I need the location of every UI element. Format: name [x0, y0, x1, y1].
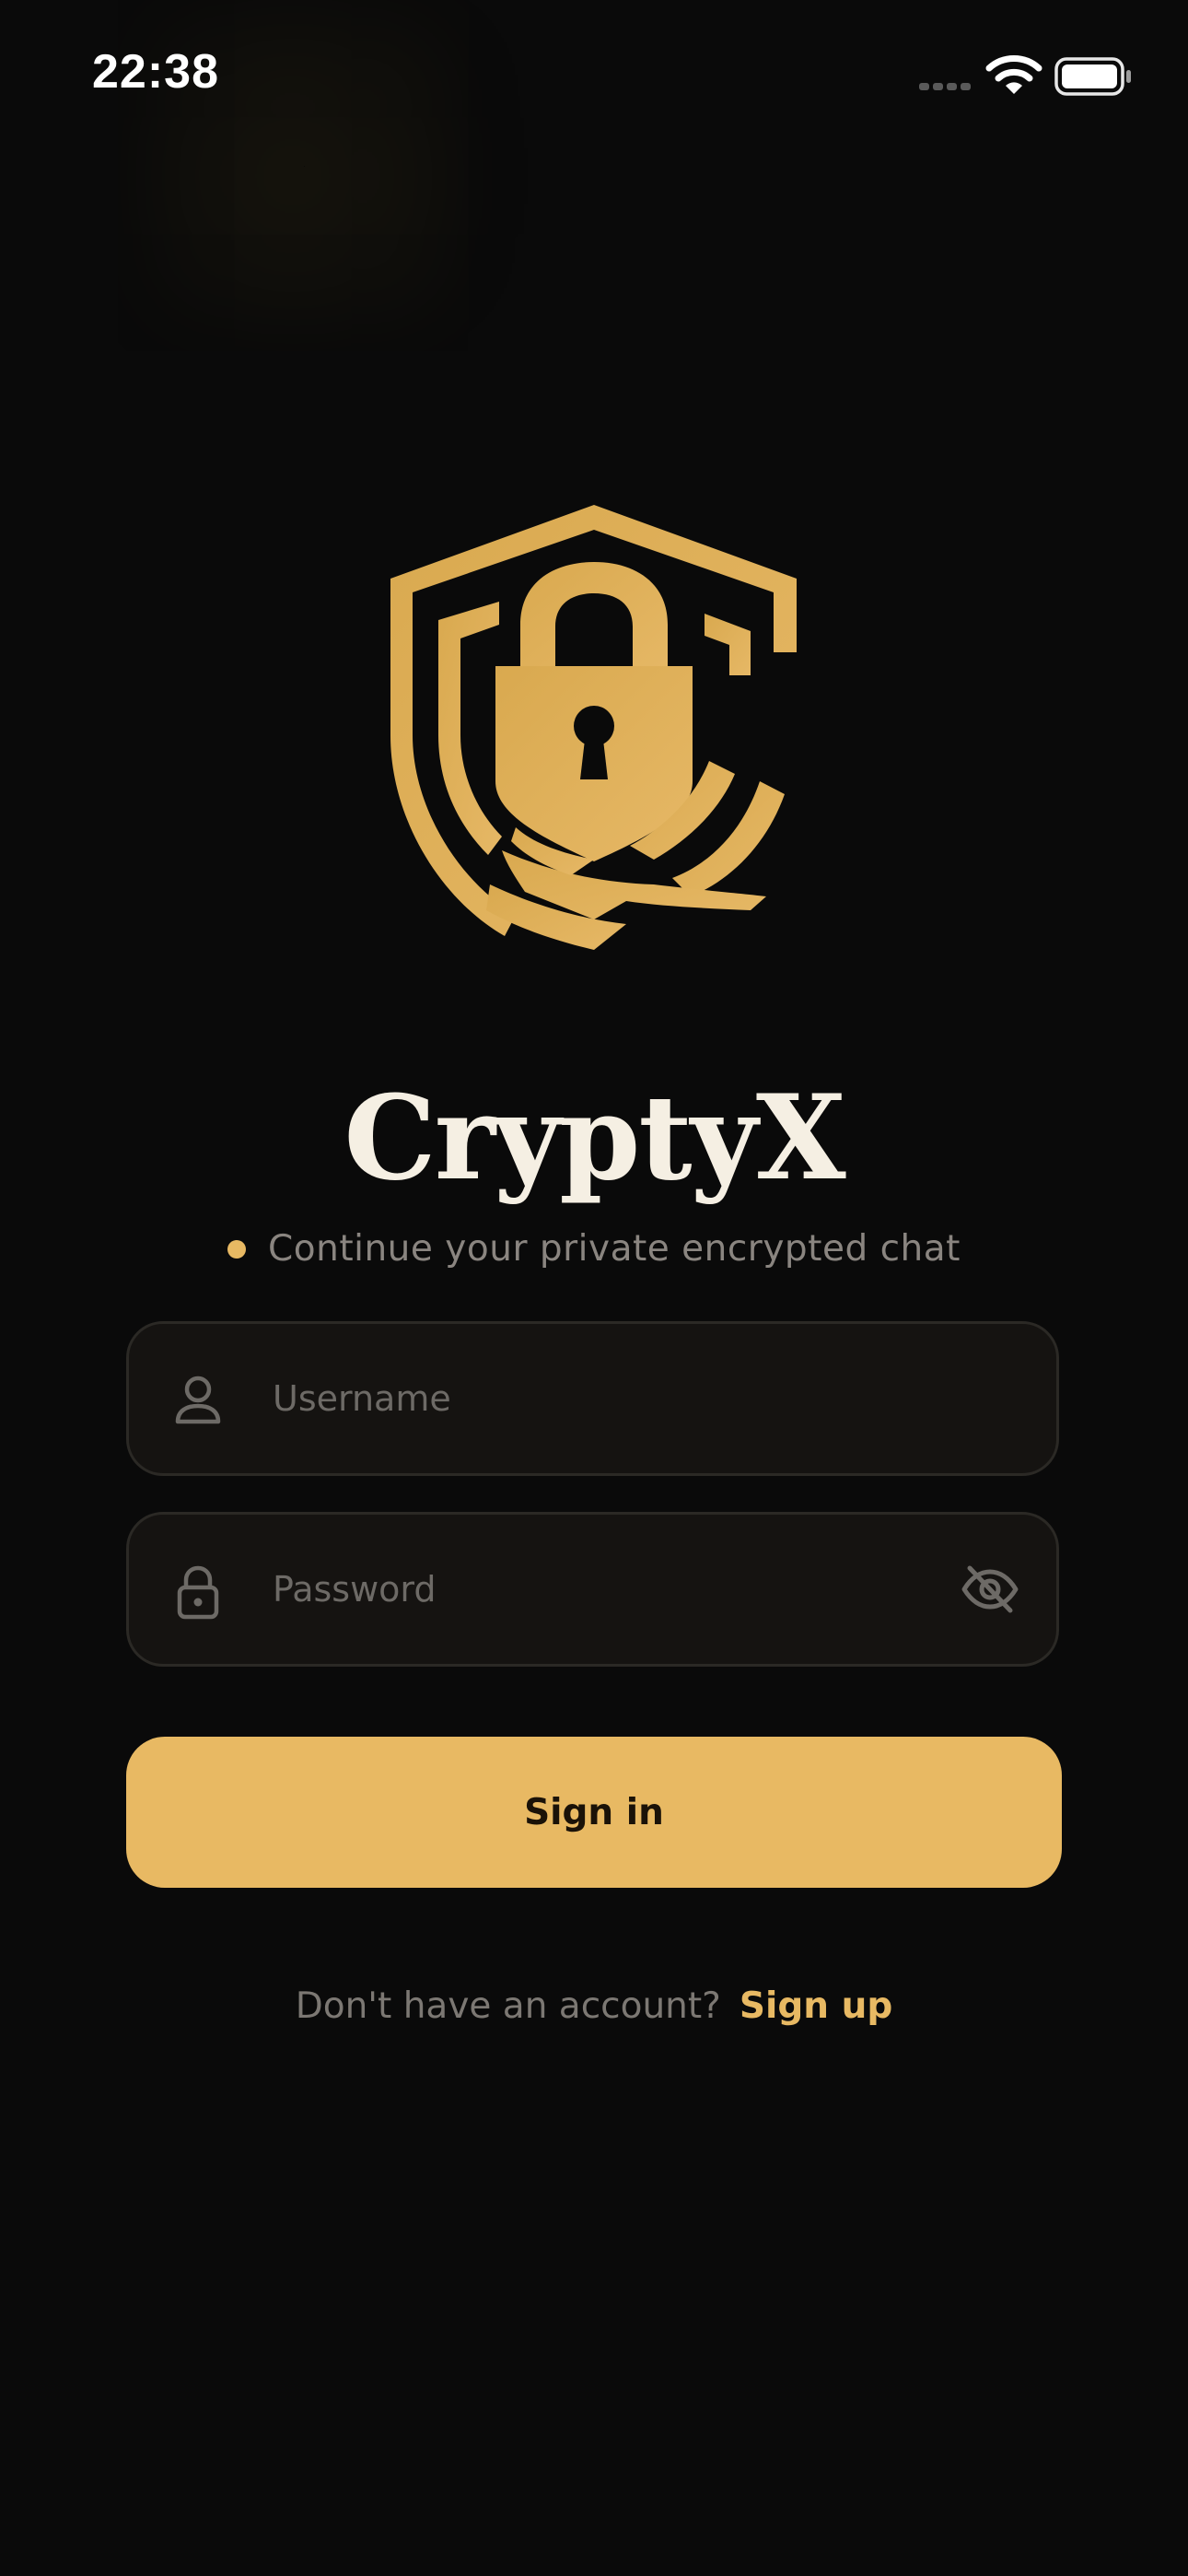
password-field[interactable]: [126, 1512, 1059, 1667]
app-title: CryptyX: [344, 1070, 845, 1206]
signal-icon: [919, 83, 971, 90]
username-field[interactable]: [126, 1321, 1059, 1476]
password-input[interactable]: [273, 1515, 973, 1664]
sign-in-button[interactable]: Sign in: [126, 1737, 1062, 1888]
sign-up-link[interactable]: Sign up: [740, 1985, 892, 2027]
status-dot-icon: [227, 1239, 247, 1259]
subtitle-text: Continue your private encrypted chat: [268, 1228, 961, 1270]
shield-lock-icon: [390, 505, 797, 950]
wifi-icon: [985, 55, 1042, 94]
user-icon: [175, 1376, 221, 1424]
background-glow: [304, 166, 305, 167]
battery-icon: [1054, 57, 1131, 96]
subtitle: Continue your private encrypted chat: [0, 1228, 1188, 1270]
status-bar: 22:38: [0, 0, 1188, 147]
username-input[interactable]: [273, 1324, 973, 1473]
eye-off-icon[interactable]: [961, 1563, 1019, 1616]
lock-icon: [177, 1565, 219, 1620]
signup-row: Don't have an account? Sign up: [0, 1985, 1188, 2027]
status-time: 22:38: [92, 45, 219, 99]
signup-prompt: Don't have an account?: [295, 1985, 721, 2027]
